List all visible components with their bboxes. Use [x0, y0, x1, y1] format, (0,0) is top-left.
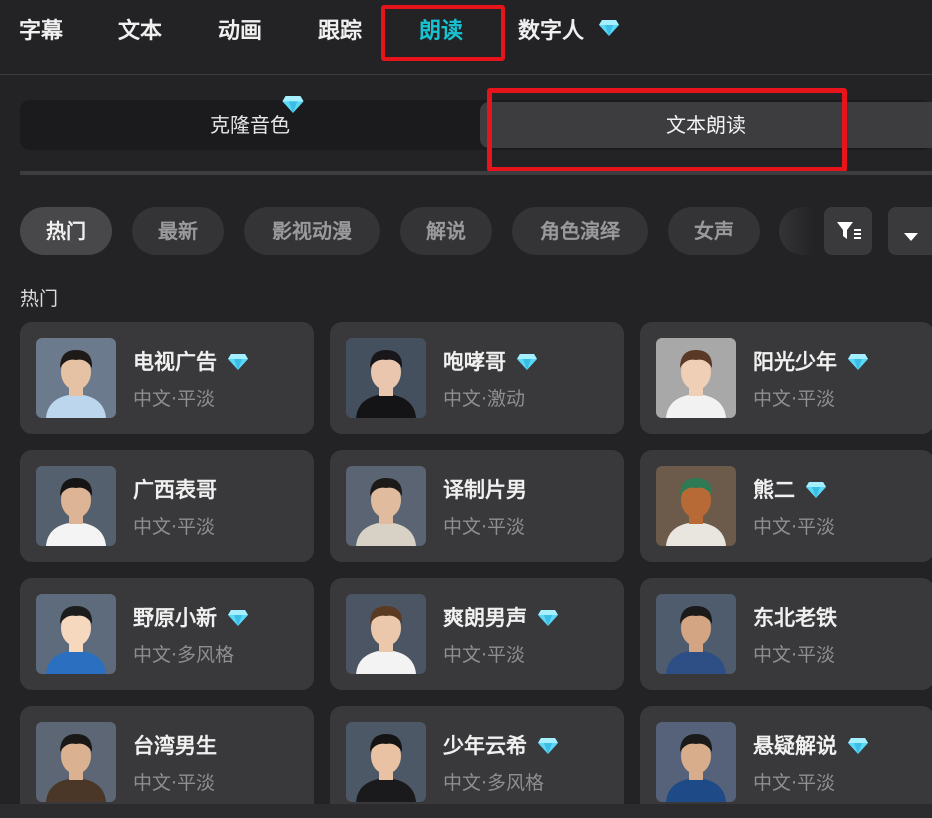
- tab-subtitles[interactable]: 字幕: [19, 16, 63, 48]
- voice-card[interactable]: 阳光少年中文·平淡: [640, 322, 932, 434]
- voice-avatar: [656, 594, 736, 674]
- voice-description: 中文·多风格: [443, 772, 545, 794]
- tab-digital-human-label: 数字人: [518, 19, 585, 44]
- section-title: 热门: [20, 288, 59, 310]
- voice-name-text: 野原小新: [133, 606, 217, 630]
- voice-card[interactable]: 译制片男中文·平淡: [330, 450, 624, 562]
- diamond-icon: [227, 609, 249, 627]
- voice-card[interactable]: 东北老铁中文·平淡: [640, 578, 932, 690]
- voice-description: 中文·平淡: [133, 388, 216, 410]
- voice-description: 中文·平淡: [753, 388, 836, 410]
- dropdown-button[interactable]: [888, 207, 932, 255]
- voice-name-text: 爽朗男声: [443, 606, 527, 630]
- chip-hot[interactable]: 热门: [20, 207, 112, 255]
- voice-name-text: 台湾男生: [133, 734, 217, 758]
- voice-description: 中文·平淡: [133, 772, 216, 794]
- clone-voice-tab[interactable]: 克隆音色: [20, 100, 480, 150]
- filter-icon: [836, 220, 862, 246]
- voice-card[interactable]: 爽朗男声中文·平淡: [330, 578, 624, 690]
- voice-card[interactable]: 野原小新中文·多风格: [20, 578, 314, 690]
- tab-animation[interactable]: 动画: [218, 16, 262, 48]
- voice-name: 电视广告: [133, 346, 249, 376]
- text-read-highlight-box: [487, 88, 847, 172]
- voice-description: 中文·平淡: [753, 516, 836, 538]
- voice-description: 中文·多风格: [133, 644, 235, 666]
- voice-name: 野原小新: [133, 602, 249, 632]
- voice-name-text: 阳光少年: [753, 350, 837, 374]
- voice-description: 中文·平淡: [443, 516, 526, 538]
- diamond-icon: [537, 737, 559, 755]
- tab-text[interactable]: 文本: [118, 16, 162, 48]
- voice-name: 广西表哥: [133, 474, 217, 504]
- voice-description: 中文·平淡: [753, 772, 836, 794]
- voice-avatar: [346, 466, 426, 546]
- voice-name: 东北老铁: [753, 602, 837, 632]
- voice-avatar: [36, 722, 116, 802]
- chip-latest[interactable]: 最新: [132, 207, 224, 255]
- voice-description: 中文·平淡: [133, 516, 216, 538]
- tab-digital-human[interactable]: 数字人: [518, 16, 620, 48]
- bottom-edge: [0, 804, 932, 818]
- diamond-icon: [281, 95, 305, 114]
- voice-avatar: [36, 338, 116, 418]
- tab-tracking[interactable]: 跟踪: [318, 16, 362, 48]
- diamond-icon: [227, 353, 249, 371]
- diamond-icon: [598, 19, 620, 37]
- voice-name: 爽朗男声: [443, 602, 559, 632]
- diamond-icon: [516, 353, 538, 371]
- voice-card[interactable]: 少年云希中文·多风格: [330, 706, 624, 818]
- voice-avatar: [346, 338, 426, 418]
- clone-voice-label: 克隆音色: [210, 113, 290, 137]
- voice-card[interactable]: 咆哮哥中文·激动: [330, 322, 624, 434]
- voice-name-text: 咆哮哥: [443, 350, 506, 374]
- voice-name: 悬疑解说: [753, 730, 869, 760]
- chip-commentary[interactable]: 解说: [400, 207, 492, 255]
- voice-name-text: 广西表哥: [133, 478, 217, 502]
- voice-name-text: 电视广告: [133, 350, 217, 374]
- voice-avatar: [656, 338, 736, 418]
- voice-name-text: 悬疑解说: [753, 734, 837, 758]
- chip-female[interactable]: 女声: [668, 207, 760, 255]
- chip-film-anime[interactable]: 影视动漫: [244, 207, 380, 255]
- voice-avatar: [656, 722, 736, 802]
- voice-avatar: [346, 722, 426, 802]
- voice-card[interactable]: 电视广告中文·平淡: [20, 322, 314, 434]
- voice-name-text: 少年云希: [443, 734, 527, 758]
- voice-name: 阳光少年: [753, 346, 869, 376]
- voice-name-text: 东北老铁: [753, 606, 837, 630]
- voice-card[interactable]: 悬疑解说中文·平淡: [640, 706, 932, 818]
- tab-highlight-box: [381, 5, 505, 61]
- voice-card[interactable]: 广西表哥中文·平淡: [20, 450, 314, 562]
- voice-name: 译制片男: [443, 474, 527, 504]
- voice-name: 咆哮哥: [443, 346, 538, 376]
- voice-name: 熊二: [753, 474, 827, 504]
- filter-button[interactable]: [824, 207, 872, 255]
- voice-name-text: 熊二: [753, 478, 795, 502]
- diamond-icon: [847, 737, 869, 755]
- diamond-icon: [805, 481, 827, 499]
- caret-down-icon: [903, 227, 919, 246]
- diamond-icon: [537, 609, 559, 627]
- voice-avatar: [36, 466, 116, 546]
- chip-role-play[interactable]: 角色演绎: [512, 207, 648, 255]
- voice-name: 少年云希: [443, 730, 559, 760]
- diamond-icon: [847, 353, 869, 371]
- voice-card[interactable]: 熊二中文·平淡: [640, 450, 932, 562]
- chip-overflow[interactable]: [779, 207, 815, 255]
- voice-avatar: [656, 466, 736, 546]
- voice-name: 台湾男生: [133, 730, 217, 760]
- voice-description: 中文·平淡: [443, 644, 526, 666]
- divider: [20, 171, 932, 175]
- voice-description: 中文·激动: [443, 388, 526, 410]
- voice-card[interactable]: 台湾男生中文·平淡: [20, 706, 314, 818]
- voice-avatar: [36, 594, 116, 674]
- voice-avatar: [346, 594, 426, 674]
- voice-description: 中文·平淡: [753, 644, 836, 666]
- voice-name-text: 译制片男: [443, 478, 527, 502]
